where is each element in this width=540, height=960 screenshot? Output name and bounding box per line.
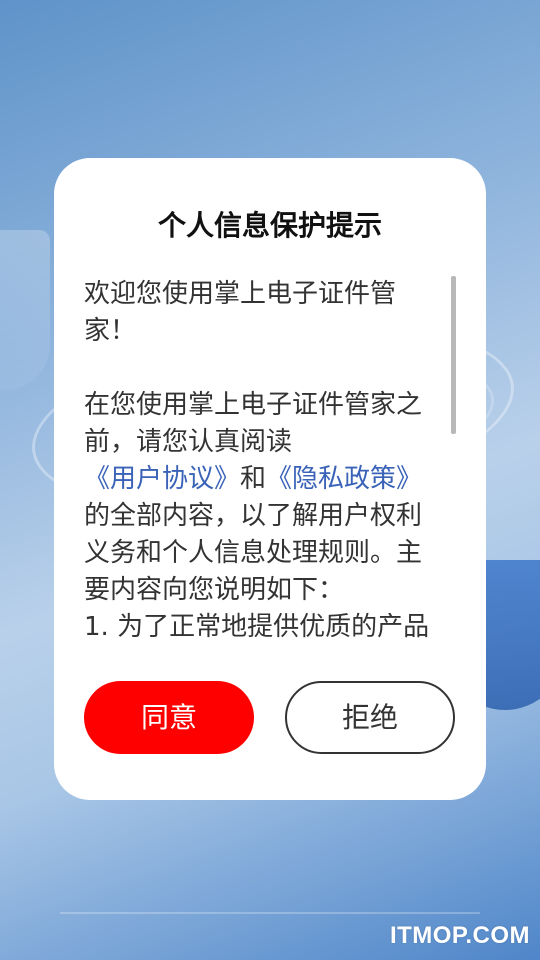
agreement-paragraph: 在您使用掌上电子证件管家之前，请您认真阅读《用户协议》和《隐私政策》的全部内容，… bbox=[84, 387, 444, 609]
privacy-dialog: 个人信息保护提示 欢迎您使用掌上电子证件管家！ 在您使用掌上电子证件管家之前，请… bbox=[54, 158, 486, 800]
reject-button[interactable]: 拒绝 bbox=[285, 681, 455, 754]
agree-button[interactable]: 同意 bbox=[84, 681, 254, 754]
rights-text: 的全部内容，以了解用户权利义务和个人信息处理规则。主要内容向您说明如下： bbox=[84, 501, 423, 605]
user-agreement-link[interactable]: 《用户协议》 bbox=[84, 464, 240, 494]
and-text: 和 bbox=[240, 464, 267, 494]
watermark-text: ITMOP.COM bbox=[389, 922, 530, 949]
privacy-policy-link[interactable]: 《隐私政策》 bbox=[266, 464, 422, 494]
intro-text: 在您使用掌上电子证件管家之前，请您认真阅读 bbox=[84, 390, 423, 457]
background-divider bbox=[60, 912, 480, 914]
welcome-text: 欢迎您使用掌上电子证件管家！ bbox=[84, 279, 397, 346]
content-scrollbar[interactable] bbox=[451, 276, 456, 434]
dialog-content[interactable]: 欢迎您使用掌上电子证件管家！ 在您使用掌上电子证件管家之前，请您认真阅读《用户协… bbox=[84, 276, 444, 638]
item-1-text: 1. 为了正常地提供优质的产品和服务 bbox=[84, 612, 430, 638]
background-shield-left bbox=[0, 230, 50, 390]
dialog-title: 个人信息保护提示 bbox=[157, 209, 382, 242]
